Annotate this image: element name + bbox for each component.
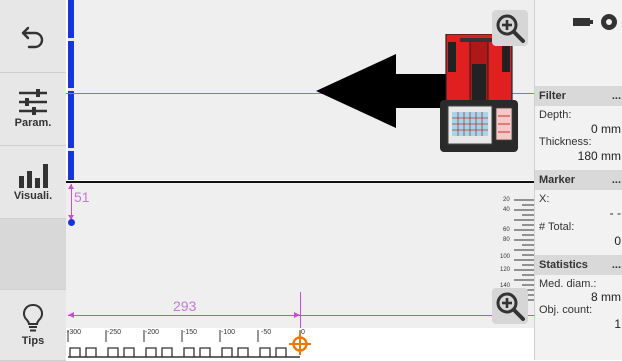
zoom-in-top-button[interactable]: [492, 10, 528, 46]
median-diameter-value: 8 mm: [591, 290, 621, 304]
undo-button[interactable]: [0, 0, 66, 73]
marker-title: Marker: [539, 174, 576, 186]
marker-total-label: # Total:: [539, 221, 575, 233]
scanner-device-icon: [440, 34, 518, 152]
battery-icon: [573, 18, 593, 26]
object-count-label: Obj. count:: [539, 304, 593, 316]
marker-more-button[interactable]: ...: [612, 170, 621, 190]
zoom-in-icon: [496, 14, 525, 43]
ruler-tick: -100: [221, 329, 236, 336]
undo-icon: [21, 26, 44, 49]
ruler-tick: -200: [145, 329, 160, 336]
info-panel: Filter ... Depth: 0 mm Thickness: 180 mm…: [534, 0, 622, 360]
distance-guide-line: [68, 315, 300, 316]
filter-title: Filter: [539, 90, 566, 102]
median-diameter-label: Med. diam.:: [539, 278, 597, 290]
statistics-title: Statistics: [539, 259, 588, 271]
visualization-button[interactable]: Visuali.: [0, 146, 66, 219]
marker-section-header[interactable]: Marker ...: [535, 170, 622, 190]
tips-label: Tips: [21, 335, 45, 347]
thickness-value: 180 mm: [577, 149, 621, 163]
detected-object-dot[interactable]: [68, 219, 75, 226]
record-icon: [601, 14, 617, 30]
depth-tick: 80: [503, 237, 510, 243]
filter-section-header[interactable]: Filter ...: [535, 86, 622, 106]
zoom-in-bottom-button[interactable]: [492, 288, 528, 324]
visualization-label: Visuali.: [13, 190, 53, 202]
depth-value: 0 mm: [591, 122, 621, 136]
scan-progress-bar: [68, 0, 74, 180]
distance-arrow-left: [68, 312, 74, 318]
depth-marker-value: 51: [74, 189, 90, 205]
left-toolbar: Param. Visuali. Tips: [0, 0, 66, 361]
filter-more-button[interactable]: ...: [612, 86, 621, 106]
statistics-more-button[interactable]: ...: [612, 255, 621, 275]
statistics-section-header[interactable]: Statistics ...: [535, 255, 622, 275]
marker-total-value: 0: [614, 234, 621, 248]
lightbulb-icon: [22, 304, 44, 332]
depth-tick: 60: [503, 227, 510, 233]
ruler-tick: -250: [107, 329, 122, 336]
thickness-label: Thickness:: [539, 136, 592, 148]
parameters-button[interactable]: Param.: [0, 73, 66, 146]
tips-button[interactable]: Tips: [0, 290, 66, 361]
bar-chart-icon: [19, 164, 48, 188]
ruler-tick: -50: [261, 329, 272, 336]
crosshair-cursor-icon[interactable]: [289, 333, 311, 355]
distance-value: 293: [173, 298, 197, 314]
depth-tick: 20: [503, 197, 510, 203]
object-count-value: 1: [614, 317, 621, 331]
depth-label: Depth:: [539, 109, 572, 121]
move-direction-arrow-icon: [316, 54, 446, 128]
marker-x-value: - -: [609, 206, 621, 220]
cursor-vertical-line: [300, 292, 301, 328]
sliders-icon: [19, 89, 47, 115]
parameters-label: Param.: [14, 117, 52, 129]
ruler-tick: -300: [67, 329, 82, 336]
depth-tick: 120: [500, 267, 511, 273]
depth-tick: 100: [500, 254, 511, 260]
empty-toolbar-slot: [0, 219, 66, 290]
ruler-tick: -150: [183, 329, 198, 336]
marker-x-label: X:: [539, 193, 550, 205]
depth-tick: 40: [503, 207, 510, 213]
zoom-in-icon: [496, 292, 525, 321]
